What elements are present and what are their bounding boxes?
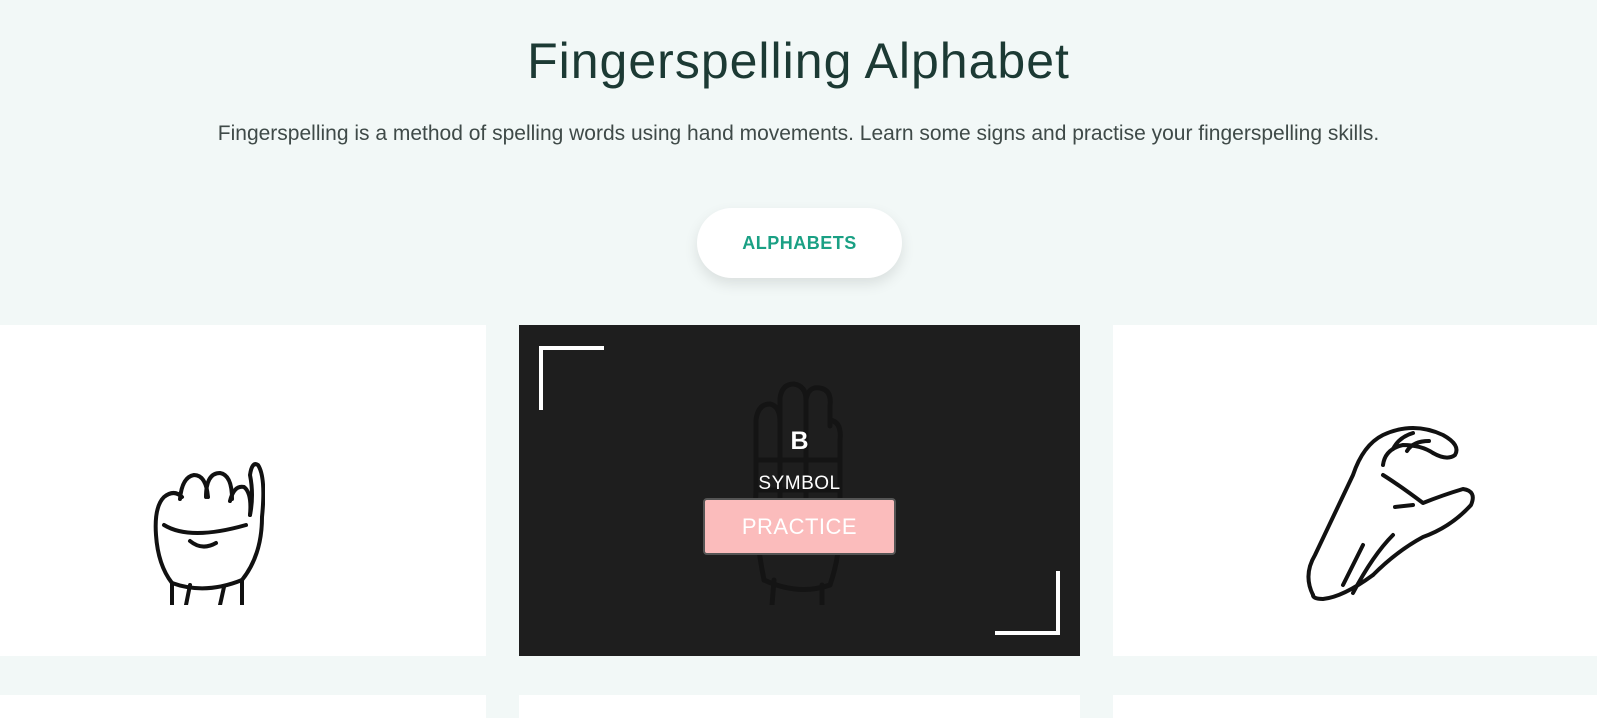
practice-button[interactable]: PRACTICE [703, 498, 896, 555]
alphabets-filter-button[interactable]: ALPHABETS [697, 208, 902, 278]
corner-bracket-top-left [539, 346, 604, 410]
sign-card-b[interactable]: B SYMBOL PRACTICE [519, 325, 1080, 656]
sign-card-next-3[interactable] [1113, 695, 1597, 718]
page: Fingerspelling Alphabet Fingerspelling i… [0, 0, 1597, 718]
sign-card-a[interactable] [0, 325, 486, 656]
corner-bracket-bottom-right [995, 571, 1060, 635]
card-letter: B [790, 427, 809, 455]
card-caption: SYMBOL [758, 473, 841, 494]
sign-card-c[interactable] [1113, 325, 1597, 656]
sign-card-next-2[interactable] [519, 695, 1080, 718]
hand-sign-a-icon [153, 462, 265, 605]
page-title: Fingerspelling Alphabet [527, 33, 1070, 89]
page-subtitle: Fingerspelling is a method of spelling w… [217, 122, 1380, 145]
sign-card-next-1[interactable] [0, 695, 486, 718]
hand-sign-c-icon [1306, 426, 1475, 601]
